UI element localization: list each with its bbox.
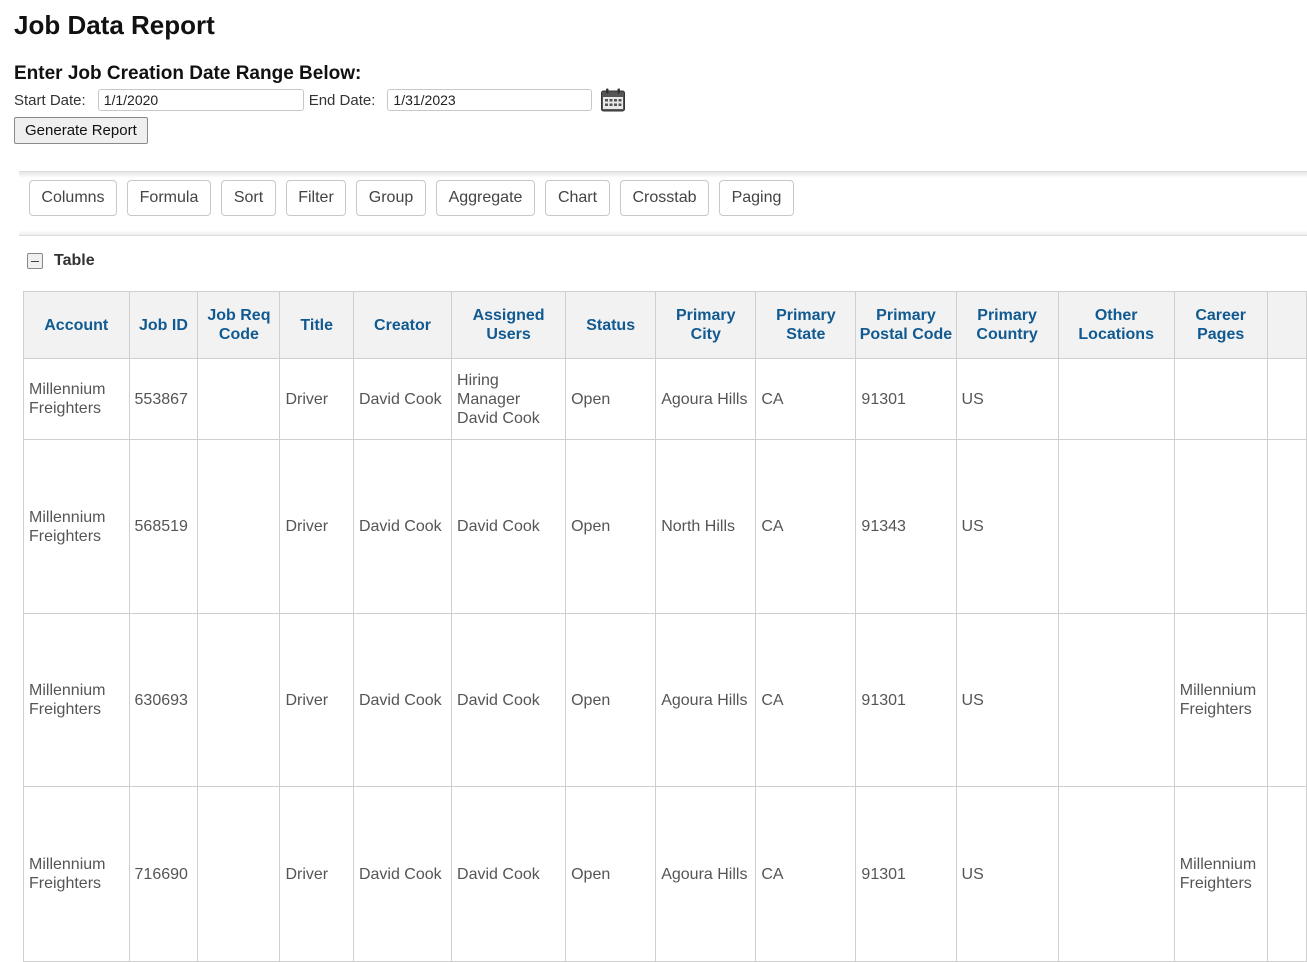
formula-button[interactable]: Formula bbox=[127, 180, 211, 216]
cell-status: Open bbox=[565, 358, 657, 440]
date-range-heading: Enter Job Creation Date Range Below: bbox=[14, 63, 362, 84]
chart-button[interactable]: Chart bbox=[545, 180, 610, 216]
cell-overflow bbox=[1266, 439, 1307, 614]
cell-title: Driver bbox=[279, 786, 354, 962]
cell-account: Millennium Freighters bbox=[23, 786, 130, 962]
generate-report-button[interactable]: Generate Report bbox=[14, 117, 148, 144]
column-header-primary-country[interactable]: Primary Country bbox=[955, 291, 1059, 359]
cell-career-pages: Millennium Freighters bbox=[1173, 786, 1268, 962]
cell-assigned-users: Hiring Manager David Cook bbox=[451, 358, 567, 440]
column-header-job-req-code[interactable]: Job Req Code bbox=[197, 291, 281, 359]
aggregate-button[interactable]: Aggregate bbox=[436, 180, 535, 216]
cell-job-id: 630693 bbox=[128, 613, 199, 787]
cell-job-req-code bbox=[197, 358, 281, 440]
column-header-primary-postal-code[interactable]: Primary Postal Code bbox=[855, 291, 957, 359]
cell-other-locations bbox=[1057, 358, 1175, 440]
column-header-title[interactable]: Title bbox=[279, 291, 354, 359]
cell-title: Driver bbox=[279, 613, 354, 787]
cell-primary-city: Agoura Hills bbox=[655, 613, 757, 787]
column-header-account[interactable]: Account bbox=[23, 291, 130, 359]
cell-primary-country: US bbox=[955, 613, 1059, 787]
cell-job-req-code bbox=[197, 613, 281, 787]
cell-overflow bbox=[1266, 613, 1307, 787]
cell-primary-state: CA bbox=[755, 613, 857, 787]
cell-primary-country: US bbox=[955, 358, 1059, 440]
cell-primary-city: Agoura Hills bbox=[655, 786, 757, 962]
column-header-job-id[interactable]: Job ID bbox=[128, 291, 199, 359]
cell-title: Driver bbox=[279, 358, 354, 440]
cell-primary-postal-code: 91343 bbox=[855, 439, 957, 614]
cell-job-req-code bbox=[197, 786, 281, 962]
cell-overflow bbox=[1266, 786, 1307, 962]
table-row: Millennium Freighters 630693 Driver Davi… bbox=[23, 613, 1307, 787]
cell-primary-country: US bbox=[955, 439, 1059, 614]
cell-account: Millennium Freighters bbox=[23, 358, 130, 440]
cell-primary-state: CA bbox=[755, 786, 857, 962]
cell-assigned-users: David Cook bbox=[451, 439, 567, 614]
cell-job-id: 568519 bbox=[128, 439, 199, 614]
start-date-input[interactable] bbox=[97, 89, 304, 111]
cell-primary-city: Agoura Hills bbox=[655, 358, 757, 440]
sort-button[interactable]: Sort bbox=[221, 180, 276, 216]
cell-status: Open bbox=[565, 439, 657, 614]
cell-status: Open bbox=[565, 786, 657, 962]
cell-account: Millennium Freighters bbox=[23, 439, 130, 614]
column-header-assigned-users[interactable]: Assigned Users bbox=[451, 291, 567, 359]
table-caption: Table bbox=[54, 252, 95, 269]
end-date-label: End Date: bbox=[308, 91, 376, 109]
paging-button[interactable]: Paging bbox=[719, 180, 794, 216]
date-range-row: Start Date: End Date: bbox=[14, 86, 626, 114]
cell-primary-city: North Hills bbox=[655, 439, 757, 614]
cell-other-locations bbox=[1057, 613, 1175, 787]
cell-primary-state: CA bbox=[755, 358, 857, 440]
start-date-label: Start Date: bbox=[14, 91, 86, 109]
cell-overflow bbox=[1266, 358, 1307, 440]
calendar-icon[interactable] bbox=[600, 87, 626, 113]
column-header-career-pages[interactable]: Career Pages bbox=[1173, 291, 1268, 359]
cell-title: Driver bbox=[279, 439, 354, 614]
cell-creator: David Cook bbox=[352, 358, 453, 440]
cell-creator: David Cook bbox=[352, 613, 453, 787]
end-date-input[interactable] bbox=[387, 89, 593, 111]
cell-assigned-users: David Cook bbox=[451, 613, 567, 787]
cell-account: Millennium Freighters bbox=[23, 613, 130, 787]
report-toolbar: Columns Formula Sort Filter Aggregate Gr… bbox=[19, 171, 1307, 236]
table-section-toggle[interactable]: Table bbox=[27, 252, 95, 270]
group-button[interactable]: Group bbox=[356, 180, 426, 216]
cell-assigned-users: David Cook bbox=[451, 786, 567, 962]
cell-career-pages: Millennium Freighters bbox=[1173, 613, 1268, 787]
collapse-icon[interactable] bbox=[27, 253, 43, 269]
column-header-overflow bbox=[1266, 291, 1307, 359]
column-header-creator[interactable]: Creator bbox=[352, 291, 453, 359]
cell-creator: David Cook bbox=[352, 786, 453, 962]
cell-job-id: 553867 bbox=[128, 358, 199, 440]
cell-creator: David Cook bbox=[352, 439, 453, 614]
column-header-primary-city[interactable]: Primary City bbox=[655, 291, 757, 359]
filter-button[interactable]: Filter bbox=[286, 180, 346, 216]
crosstab-button[interactable]: Crosstab bbox=[620, 180, 709, 216]
table-header-row: Account Job ID Job Req Code Title Creato… bbox=[23, 291, 1307, 359]
column-header-status[interactable]: Status bbox=[565, 291, 657, 359]
table-row: Millennium Freighters 716690 Driver Davi… bbox=[23, 786, 1307, 962]
cell-primary-state: CA bbox=[755, 439, 857, 614]
cell-other-locations bbox=[1057, 439, 1175, 614]
cell-primary-country: US bbox=[955, 786, 1059, 962]
cell-primary-postal-code: 91301 bbox=[855, 613, 957, 787]
cell-primary-postal-code: 91301 bbox=[855, 358, 957, 440]
cell-other-locations bbox=[1057, 786, 1175, 962]
column-header-primary-state[interactable]: Primary State bbox=[755, 291, 857, 359]
column-header-other-locations[interactable]: Other Locations bbox=[1057, 291, 1175, 359]
cell-career-pages bbox=[1173, 358, 1268, 440]
cell-career-pages bbox=[1173, 439, 1268, 614]
cell-job-id: 716690 bbox=[128, 786, 199, 962]
cell-status: Open bbox=[565, 613, 657, 787]
table-row: Millennium Freighters 568519 Driver Davi… bbox=[23, 439, 1307, 614]
table-row: Millennium Freighters 553867 Driver Davi… bbox=[23, 358, 1307, 440]
cell-job-req-code bbox=[197, 439, 281, 614]
page-title: Job Data Report bbox=[14, 10, 215, 40]
cell-primary-postal-code: 91301 bbox=[855, 786, 957, 962]
report-table: Account Job ID Job Req Code Title Creato… bbox=[23, 291, 1307, 962]
columns-button[interactable]: Columns bbox=[29, 180, 117, 216]
